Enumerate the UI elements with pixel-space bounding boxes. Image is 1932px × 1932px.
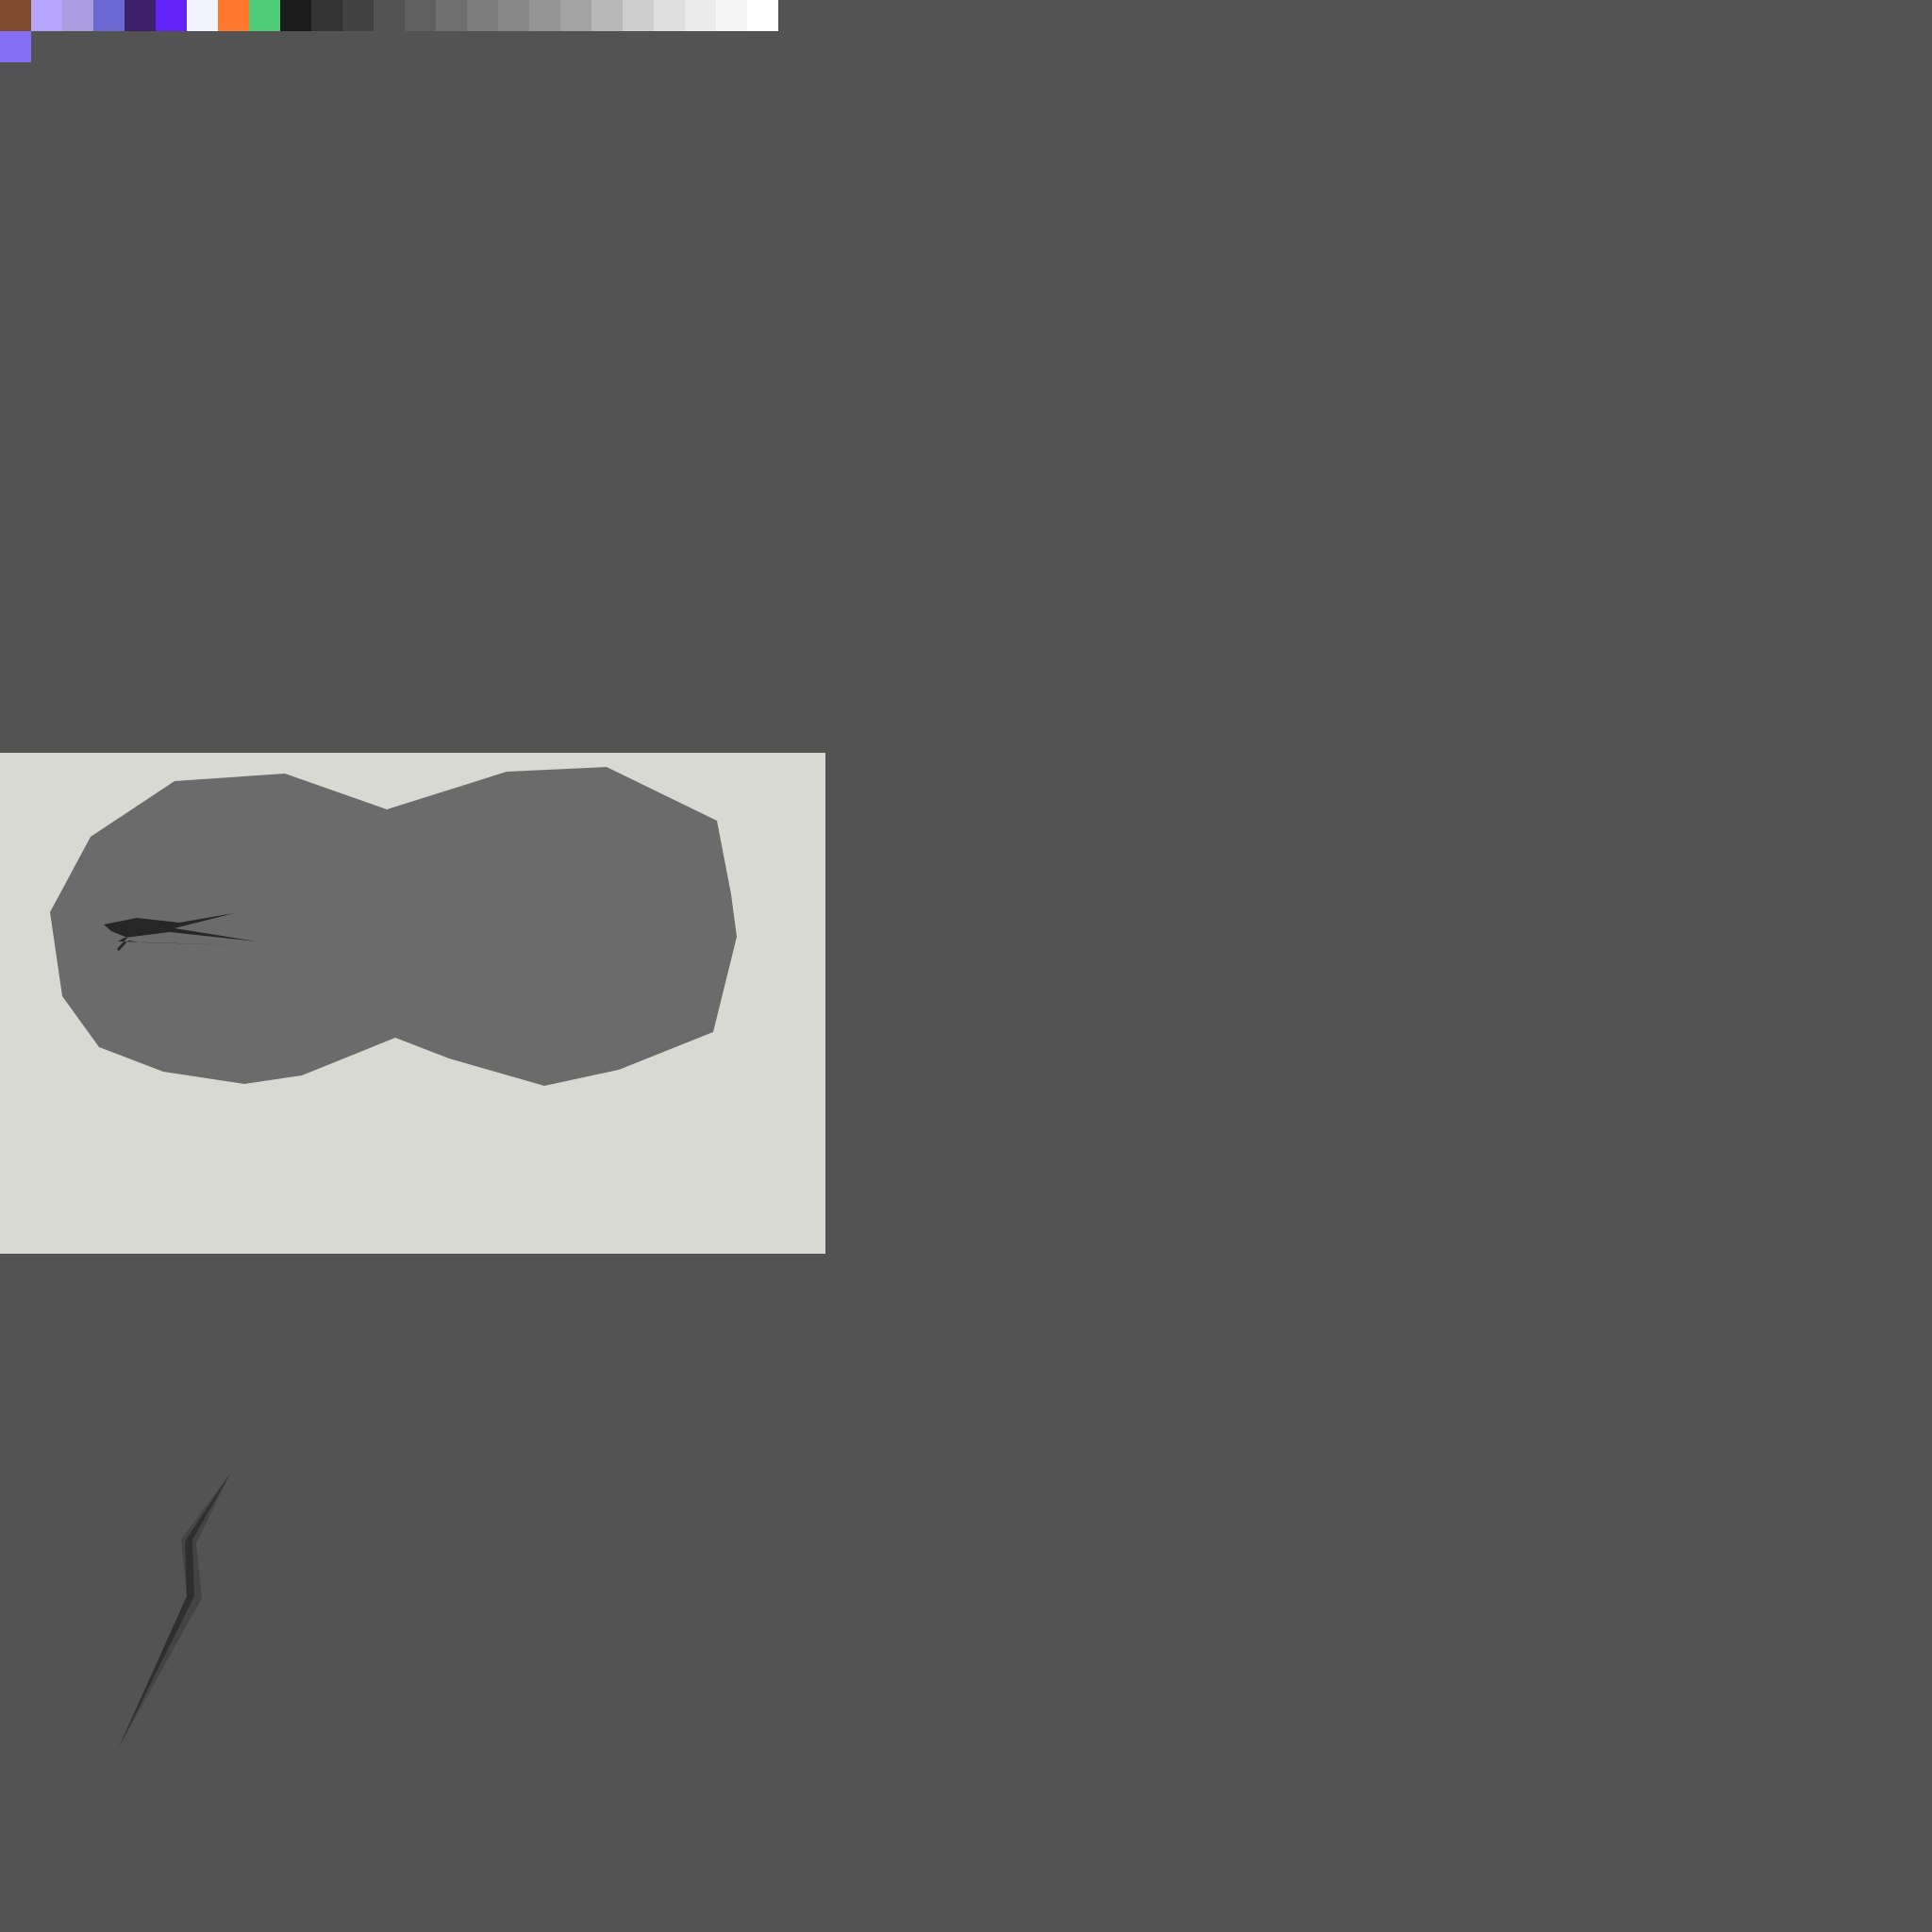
paint-workspace[interactable] <box>0 0 1932 1932</box>
swatch-gray-b8b8b8[interactable] <box>591 0 623 31</box>
swatch-gray-cecece[interactable] <box>623 0 654 31</box>
swatch-lavender[interactable] <box>62 0 93 31</box>
swatch-off-white-blue[interactable] <box>187 0 218 31</box>
swatch-orange[interactable] <box>218 0 249 31</box>
loose-brush-stroke[interactable] <box>104 1462 245 1755</box>
swatch-lavender-light[interactable] <box>31 0 62 31</box>
swatch-gray-878787[interactable] <box>498 0 529 31</box>
swatch-deep-purple[interactable] <box>125 0 156 31</box>
swatch-green[interactable] <box>249 0 280 31</box>
swatch-dark-gray[interactable] <box>342 0 374 31</box>
swatch-near-black[interactable] <box>280 0 311 31</box>
swatch-gray-a3a3a3[interactable] <box>560 0 591 31</box>
swatch-slate-blue[interactable] <box>93 0 125 31</box>
swatch-brown[interactable] <box>0 0 31 31</box>
swatch-gray-ebebeb[interactable] <box>685 0 716 31</box>
swatch-gray-535353[interactable] <box>374 0 405 31</box>
swatch-gray-959595[interactable] <box>529 0 560 31</box>
stroke-highlight[interactable] <box>119 1474 230 1747</box>
stroke-shadow[interactable] <box>119 1474 230 1747</box>
swatch-gray-f5f5f5[interactable] <box>716 0 747 31</box>
swatch-white[interactable] <box>747 0 778 31</box>
drawing-canvas[interactable] <box>0 753 825 1254</box>
selected-color[interactable] <box>0 31 31 62</box>
swatch-gray-7c7c7c[interactable] <box>467 0 498 31</box>
swatch-gray-6f6f6f[interactable] <box>436 0 467 31</box>
swatch-violet[interactable] <box>156 0 187 31</box>
color-palette <box>0 0 778 62</box>
swatch-gray-5f5f5f[interactable] <box>405 0 436 31</box>
swatch-charcoal[interactable] <box>311 0 342 31</box>
loose-stroke-drawing[interactable] <box>104 1462 245 1755</box>
swatch-gray-dfdfdf[interactable] <box>654 0 685 31</box>
canvas-drawing[interactable] <box>0 753 825 1254</box>
